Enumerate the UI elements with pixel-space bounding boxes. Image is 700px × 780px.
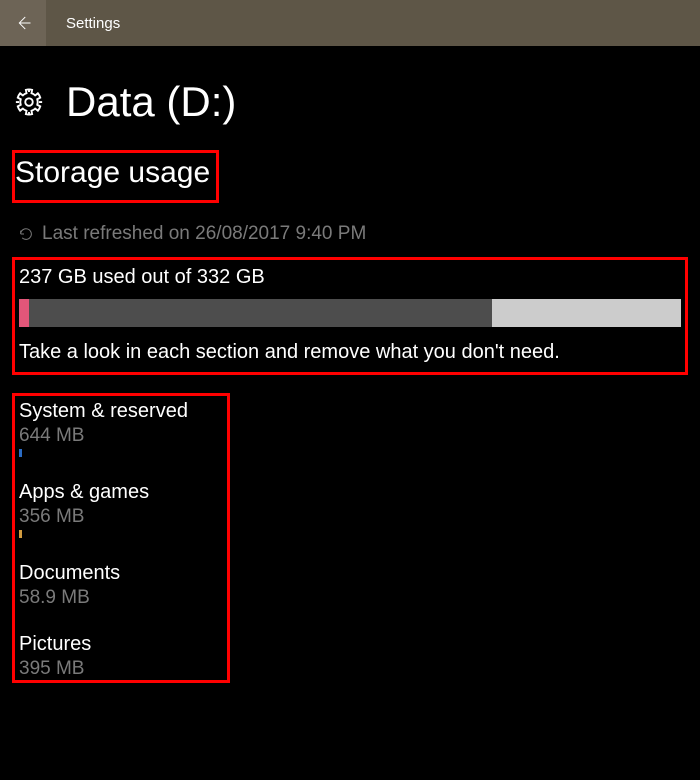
progress-accent-segment <box>19 299 29 327</box>
category-tick <box>19 449 22 457</box>
category-item-documents[interactable]: Documents 58.9 MB <box>19 562 211 609</box>
back-arrow-icon <box>14 14 32 32</box>
category-item-system[interactable]: System & reserved 644 MB <box>19 400 211 457</box>
refresh-icon <box>18 226 34 242</box>
category-item-apps[interactable]: Apps & games 356 MB <box>19 481 211 538</box>
usage-hint: Take a look in each section and remove w… <box>19 341 681 364</box>
category-size: 356 MB <box>19 506 211 528</box>
category-name: Pictures <box>19 633 211 656</box>
gear-icon <box>14 87 44 117</box>
category-size: 58.9 MB <box>19 587 211 609</box>
usage-block: 237 GB used out of 332 GB Take a look in… <box>12 257 688 375</box>
section-heading: Storage usage <box>12 150 219 203</box>
category-tick <box>19 530 22 538</box>
refresh-text: Last refreshed on 26/08/2017 9:40 PM <box>42 223 366 245</box>
category-name: Apps & games <box>19 481 211 504</box>
page-title: Data (D:) <box>66 78 236 126</box>
page-header: Data (D:) <box>12 78 688 126</box>
category-name: Documents <box>19 562 211 585</box>
category-size: 644 MB <box>19 425 211 447</box>
usage-summary: 237 GB used out of 332 GB <box>19 266 681 289</box>
storage-progress-bar <box>19 299 681 327</box>
category-name: System & reserved <box>19 400 211 423</box>
back-button[interactable] <box>0 0 46 46</box>
categories-block: System & reserved 644 MB Apps & games 35… <box>12 393 230 683</box>
progress-used-segment <box>29 299 492 327</box>
refresh-row[interactable]: Last refreshed on 26/08/2017 9:40 PM <box>12 223 688 245</box>
category-size: 395 MB <box>19 658 211 680</box>
content-area: Data (D:) Storage usage Last refreshed o… <box>0 46 700 683</box>
titlebar-title: Settings <box>66 15 120 32</box>
category-item-pictures[interactable]: Pictures 395 MB <box>19 633 211 680</box>
titlebar: Settings <box>0 0 700 46</box>
